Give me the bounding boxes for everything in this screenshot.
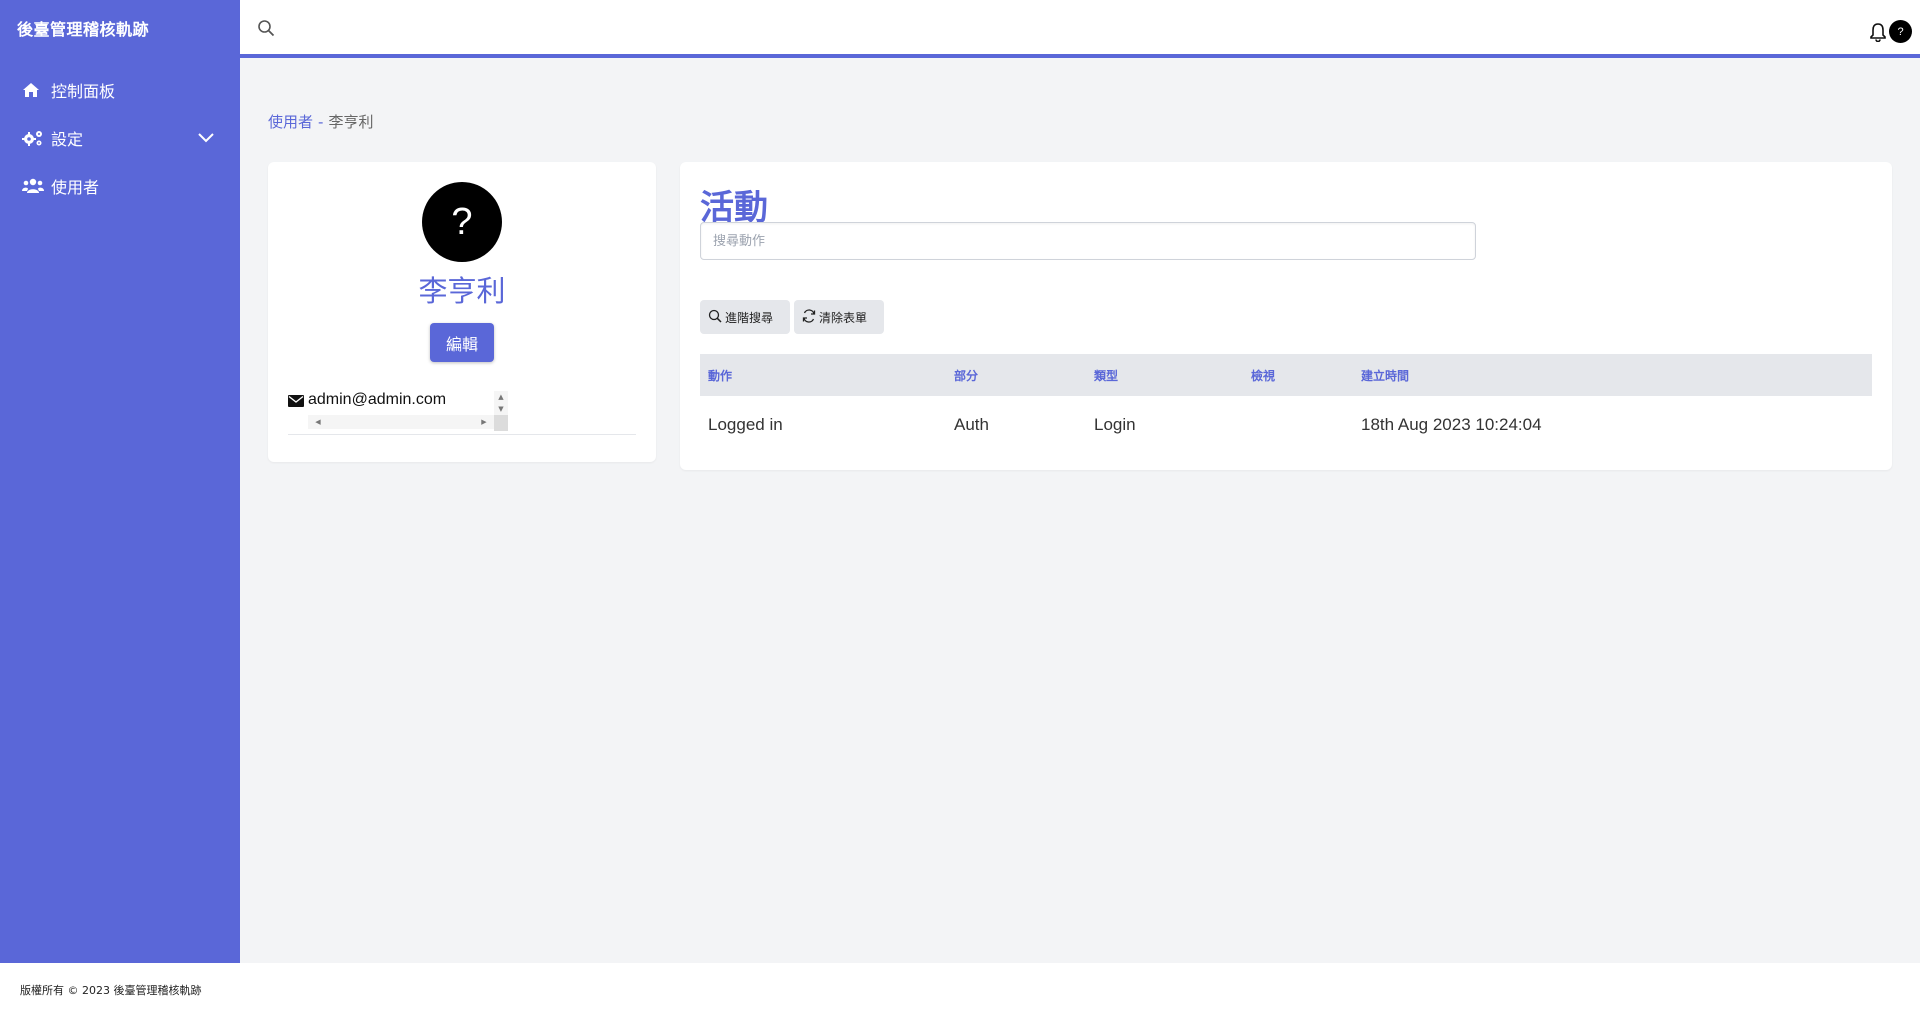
email-row: admin@admin.com ▲ ▼ ◀ ▶ [288, 391, 636, 435]
scroll-right-icon[interactable]: ▶ [478, 415, 490, 429]
search-icon [708, 309, 722, 326]
refresh-icon [802, 308, 816, 326]
advanced-search-label: 進階搜尋 [725, 310, 774, 325]
cell-type: Login [1094, 415, 1136, 434]
cogs-icon [22, 128, 46, 148]
sidebar-item-settings[interactable]: 設定 [0, 114, 240, 162]
profile-name: 李亨利 [418, 274, 506, 308]
profile-card: ? 李亨利 編輯 admin@admin.com ▲ ▼ ◀ ▶ [268, 162, 656, 462]
cell-section: Auth [954, 415, 989, 434]
email-text: admin@admin.com [308, 391, 447, 408]
scroll-left-icon[interactable]: ◀ [312, 415, 324, 429]
chevron-down-icon[interactable] [198, 133, 214, 143]
sidebar-item-label: 設定 [51, 130, 84, 149]
breadcrumb-current: 李亨利 [328, 113, 374, 131]
column-header-type[interactable]: 類型 [1094, 367, 1118, 384]
copyright-text: 版權所有 © 2023 後臺管理稽核軌跡 [20, 984, 202, 997]
sidebar-nav: 控制面板 設定 使用者 [0, 66, 240, 210]
footer: 版權所有 © 2023 後臺管理稽核軌跡 [0, 963, 1920, 1019]
scrollbar-corner [494, 415, 508, 431]
vertical-scrollbar[interactable]: ▲ ▼ [494, 391, 508, 415]
column-header-view[interactable]: 檢視 [1251, 367, 1275, 384]
email-scroll-area[interactable]: admin@admin.com ▲ ▼ ◀ ▶ [308, 391, 508, 431]
sidebar-item-dashboard[interactable]: 控制面板 [0, 66, 240, 114]
activity-card: 活動 進階搜尋 清除表單 動作 部分 類型 檢視 建立時間 Logged in [680, 162, 1892, 470]
advanced-search-button[interactable]: 進階搜尋 [700, 300, 790, 334]
horizontal-scrollbar[interactable]: ◀ ▶ [308, 415, 494, 429]
profile-avatar: ? [422, 182, 502, 262]
breadcrumb-separator: - [318, 113, 324, 131]
table-row[interactable]: Logged in Auth Login 18th Aug 2023 10:24… [700, 396, 1872, 454]
topbar: ? [240, 0, 1920, 58]
breadcrumb: 使用者 - 李亨利 [268, 111, 373, 132]
user-avatar[interactable]: ? [1889, 20, 1912, 43]
app-root: 後臺管理稽核軌跡 控制面板 設定 使用者 ? 使用者 - 李亨利 ? 李亨利 編… [0, 0, 1920, 1019]
breadcrumb-parent-link[interactable]: 使用者 [268, 113, 313, 131]
activity-search-input[interactable] [700, 222, 1476, 260]
users-icon [22, 176, 46, 196]
column-header-action[interactable]: 動作 [708, 367, 732, 384]
column-header-section[interactable]: 部分 [954, 367, 978, 384]
activity-table: 動作 部分 類型 檢視 建立時間 Logged in Auth Login 18… [700, 354, 1872, 454]
scroll-up-icon[interactable]: ▲ [494, 392, 508, 402]
sidebar-item-label: 控制面板 [51, 82, 116, 101]
home-icon [22, 80, 46, 100]
column-header-created[interactable]: 建立時間 [1361, 367, 1409, 384]
sidebar: 後臺管理稽核軌跡 控制面板 設定 使用者 [0, 0, 240, 963]
sidebar-item-users[interactable]: 使用者 [0, 162, 240, 210]
envelope-icon [288, 395, 304, 407]
table-header: 動作 部分 類型 檢視 建立時間 [700, 354, 1872, 396]
edit-button[interactable]: 編輯 [430, 323, 494, 362]
search-icon[interactable] [256, 18, 276, 38]
cell-action: Logged in [708, 415, 783, 434]
clear-form-label: 清除表單 [819, 310, 868, 325]
cell-created: 18th Aug 2023 10:24:04 [1361, 415, 1542, 434]
scroll-down-icon[interactable]: ▼ [494, 404, 508, 414]
brand-title[interactable]: 後臺管理稽核軌跡 [0, 0, 240, 56]
sidebar-item-label: 使用者 [51, 178, 100, 197]
bell-icon[interactable] [1868, 21, 1888, 43]
clear-form-button[interactable]: 清除表單 [794, 300, 884, 334]
